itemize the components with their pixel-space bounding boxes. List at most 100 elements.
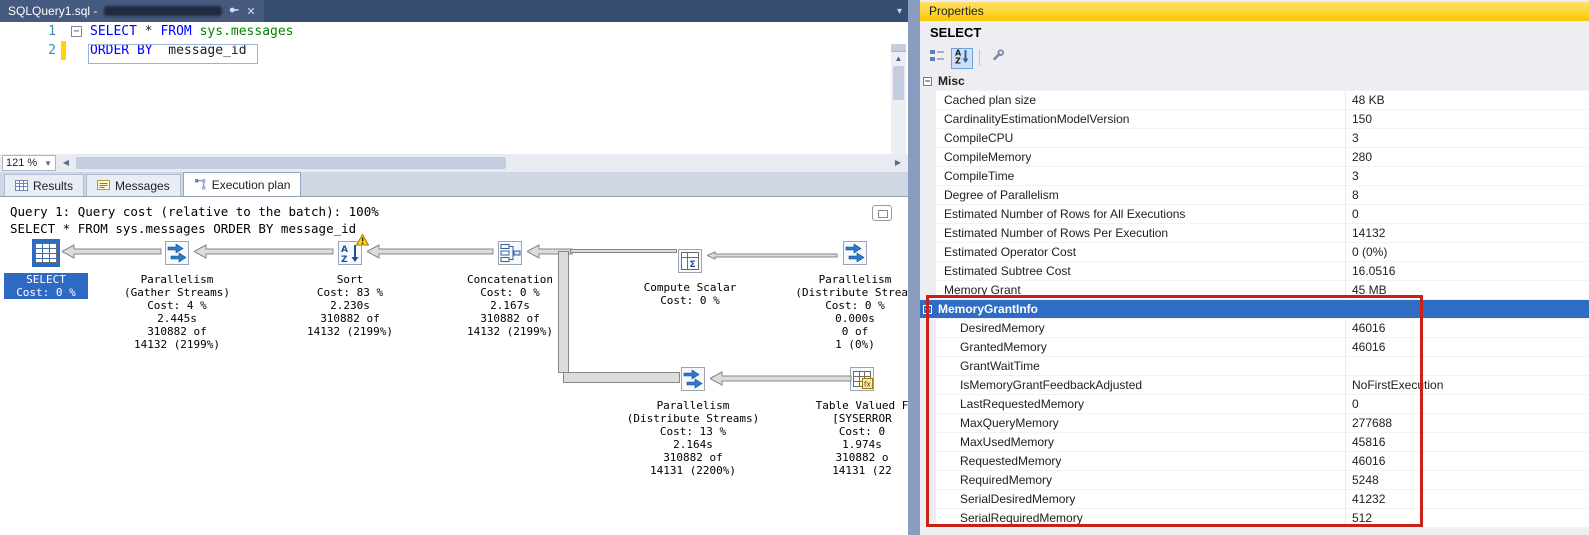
scroll-right-icon[interactable]: ▶ — [890, 155, 906, 171]
line-number: 1 — [26, 22, 60, 41]
tab-messages[interactable]: Messages — [86, 174, 181, 196]
properties-title-bar[interactable]: Properties — [920, 2, 1589, 21]
property-name: RequestedMemory — [936, 454, 1061, 468]
property-value[interactable]: 45 MB — [1345, 281, 1589, 300]
property-name: MaxUsedMemory — [936, 435, 1054, 449]
fold-margin[interactable]: − — [68, 22, 86, 41]
splitter-grip[interactable] — [891, 44, 906, 52]
property-row[interactable]: Memory Grant45 MB — [920, 281, 1589, 300]
svg-text:Z: Z — [341, 255, 348, 265]
editor-horizontal-scrollbar[interactable]: ◀ ▶ — [58, 155, 906, 171]
property-value[interactable]: 46016 — [1345, 319, 1589, 338]
editor-vertical-scrollbar[interactable]: ▲ ▼ — [891, 44, 906, 154]
property-row[interactable]: Degree of Parallelism8 — [920, 186, 1589, 205]
property-row[interactable]: RequiredMemory5248 — [920, 471, 1589, 490]
property-value[interactable]: 41232 — [1345, 490, 1589, 509]
fold-margin[interactable] — [68, 41, 86, 60]
property-value[interactable] — [1345, 357, 1589, 376]
pin-icon[interactable] — [229, 5, 239, 18]
property-row[interactable]: CardinalityEstimationModelVersion150 — [920, 110, 1589, 129]
property-row[interactable]: Estimated Number of Rows for All Executi… — [920, 205, 1589, 224]
property-name: MemoryGrantInfo — [936, 302, 1038, 316]
categorized-button[interactable] — [926, 48, 948, 69]
property-value[interactable] — [1345, 300, 1589, 319]
document-tab-sqlquery1[interactable]: SQLQuery1.sql - ✕ — [0, 0, 264, 22]
execution-plan-pane: Query 1: Query cost (relative to the bat… — [0, 196, 908, 535]
sql-editor[interactable]: 1 − SELECT * FROM sys.messages 2 ORDER B… — [0, 22, 908, 154]
redacted-connection-text — [104, 6, 222, 16]
property-value[interactable]: 5248 — [1345, 471, 1589, 490]
property-value[interactable]: 0 — [1345, 395, 1589, 414]
grid-margin — [920, 167, 936, 185]
tab-label: Results — [33, 179, 73, 193]
query-document-pane: SQLQuery1.sql - ✕ ▾ 1 − SELECT * FROM sy… — [0, 0, 908, 535]
breakpoint-margin[interactable] — [0, 22, 26, 41]
tab-results[interactable]: Results — [4, 174, 84, 196]
plan-data-flow-arrow — [707, 251, 838, 260]
grid-margin — [920, 148, 936, 166]
pane-splitter[interactable] — [908, 0, 920, 535]
properties-title: Properties — [929, 4, 984, 18]
property-value[interactable]: 48 KB — [1345, 91, 1589, 110]
property-row[interactable]: Estimated Number of Rows Per Execution14… — [920, 224, 1589, 243]
plan-fit-button[interactable] — [872, 205, 892, 221]
zoom-select[interactable]: 121 % ▼ — [2, 155, 56, 171]
property-value[interactable]: 8 — [1345, 186, 1589, 205]
plan-node-text: SortCost: 83 %2.230s310882 of14132 (2199… — [290, 273, 410, 338]
property-value[interactable]: 512 — [1345, 509, 1589, 528]
property-row[interactable]: DesiredMemory46016 — [920, 319, 1589, 338]
property-value[interactable]: 150 — [1345, 110, 1589, 129]
scroll-left-icon[interactable]: ◀ — [58, 155, 74, 171]
property-row[interactable]: MaxUsedMemory 45816 — [920, 433, 1589, 452]
scrollbar-thumb[interactable] — [76, 157, 506, 169]
property-value[interactable]: 16.0516 — [1345, 262, 1589, 281]
property-row[interactable]: CompileMemory280 — [920, 148, 1589, 167]
collapse-region-icon[interactable]: − — [71, 26, 82, 37]
property-row[interactable]: MaxQueryMemory277688 — [920, 414, 1589, 433]
property-value[interactable]: 0 (0%) — [1345, 243, 1589, 262]
plan-data-flow-arrow — [710, 371, 852, 386]
scrollbar-thumb[interactable] — [893, 66, 904, 100]
property-value[interactable]: 3 — [1345, 129, 1589, 148]
property-value[interactable]: 14132 — [1345, 224, 1589, 243]
category-row-misc[interactable]: −Misc — [920, 72, 1589, 91]
breakpoint-margin[interactable] — [0, 41, 26, 60]
collapse-icon[interactable]: − — [923, 305, 932, 314]
property-value[interactable]: 46016 — [1345, 452, 1589, 471]
property-row[interactable]: RequestedMemory 46016 — [920, 452, 1589, 471]
property-row[interactable]: Estimated Operator Cost0 (0%) — [920, 243, 1589, 262]
property-row[interactable]: GrantWaitTime — [920, 357, 1589, 376]
property-value[interactable]: 277688 — [1345, 414, 1589, 433]
collapse-icon[interactable]: − — [923, 77, 932, 86]
grid-margin — [920, 357, 936, 375]
property-row[interactable]: Cached plan size48 KB — [920, 91, 1589, 110]
property-value[interactable]: 46016 — [1345, 338, 1589, 357]
property-name: IsMemoryGrantFeedbackAdjusted — [936, 378, 1142, 392]
property-value[interactable]: NoFirstExecution — [1345, 376, 1589, 395]
property-row[interactable]: SerialDesiredMemory41232 — [920, 490, 1589, 509]
property-name: Estimated Number of Rows for All Executi… — [936, 207, 1185, 221]
property-value[interactable]: 0 — [1345, 205, 1589, 224]
property-row-memorygrantinfo-selected[interactable]: −MemoryGrantInfo — [920, 300, 1589, 319]
properties-grid: −MiscCached plan size48 KBCardinalityEst… — [920, 72, 1589, 528]
property-value[interactable]: 3 — [1345, 167, 1589, 186]
document-list-chevron-icon[interactable]: ▾ — [891, 0, 908, 22]
sort-icon: AZ — [336, 239, 364, 267]
property-row[interactable]: LastRequestedMemory0 — [920, 395, 1589, 414]
scroll-up-icon[interactable]: ▲ — [891, 52, 906, 66]
property-row[interactable]: SerialRequiredMemory512 — [920, 509, 1589, 528]
tab-execution-plan[interactable]: Execution plan — [183, 172, 302, 196]
property-row[interactable]: Estimated Subtree Cost16.0516 — [920, 262, 1589, 281]
property-pages-button[interactable] — [986, 48, 1008, 69]
property-name: GrantWaitTime — [936, 359, 1040, 373]
property-row[interactable]: IsMemoryGrantFeedbackAdjusted NoFirstExec… — [920, 376, 1589, 395]
property-value[interactable]: 45816 — [1345, 433, 1589, 452]
property-row[interactable]: CompileCPU3 — [920, 129, 1589, 148]
property-row[interactable]: GrantedMemory46016 — [920, 338, 1589, 357]
property-row[interactable]: CompileTime3 — [920, 167, 1589, 186]
messages-icon — [97, 179, 110, 192]
plan-data-flow-arrow — [62, 244, 162, 259]
property-value[interactable]: 280 — [1345, 148, 1589, 167]
close-icon[interactable]: ✕ — [246, 5, 255, 18]
alphabetical-button[interactable]: AZ — [951, 48, 973, 69]
